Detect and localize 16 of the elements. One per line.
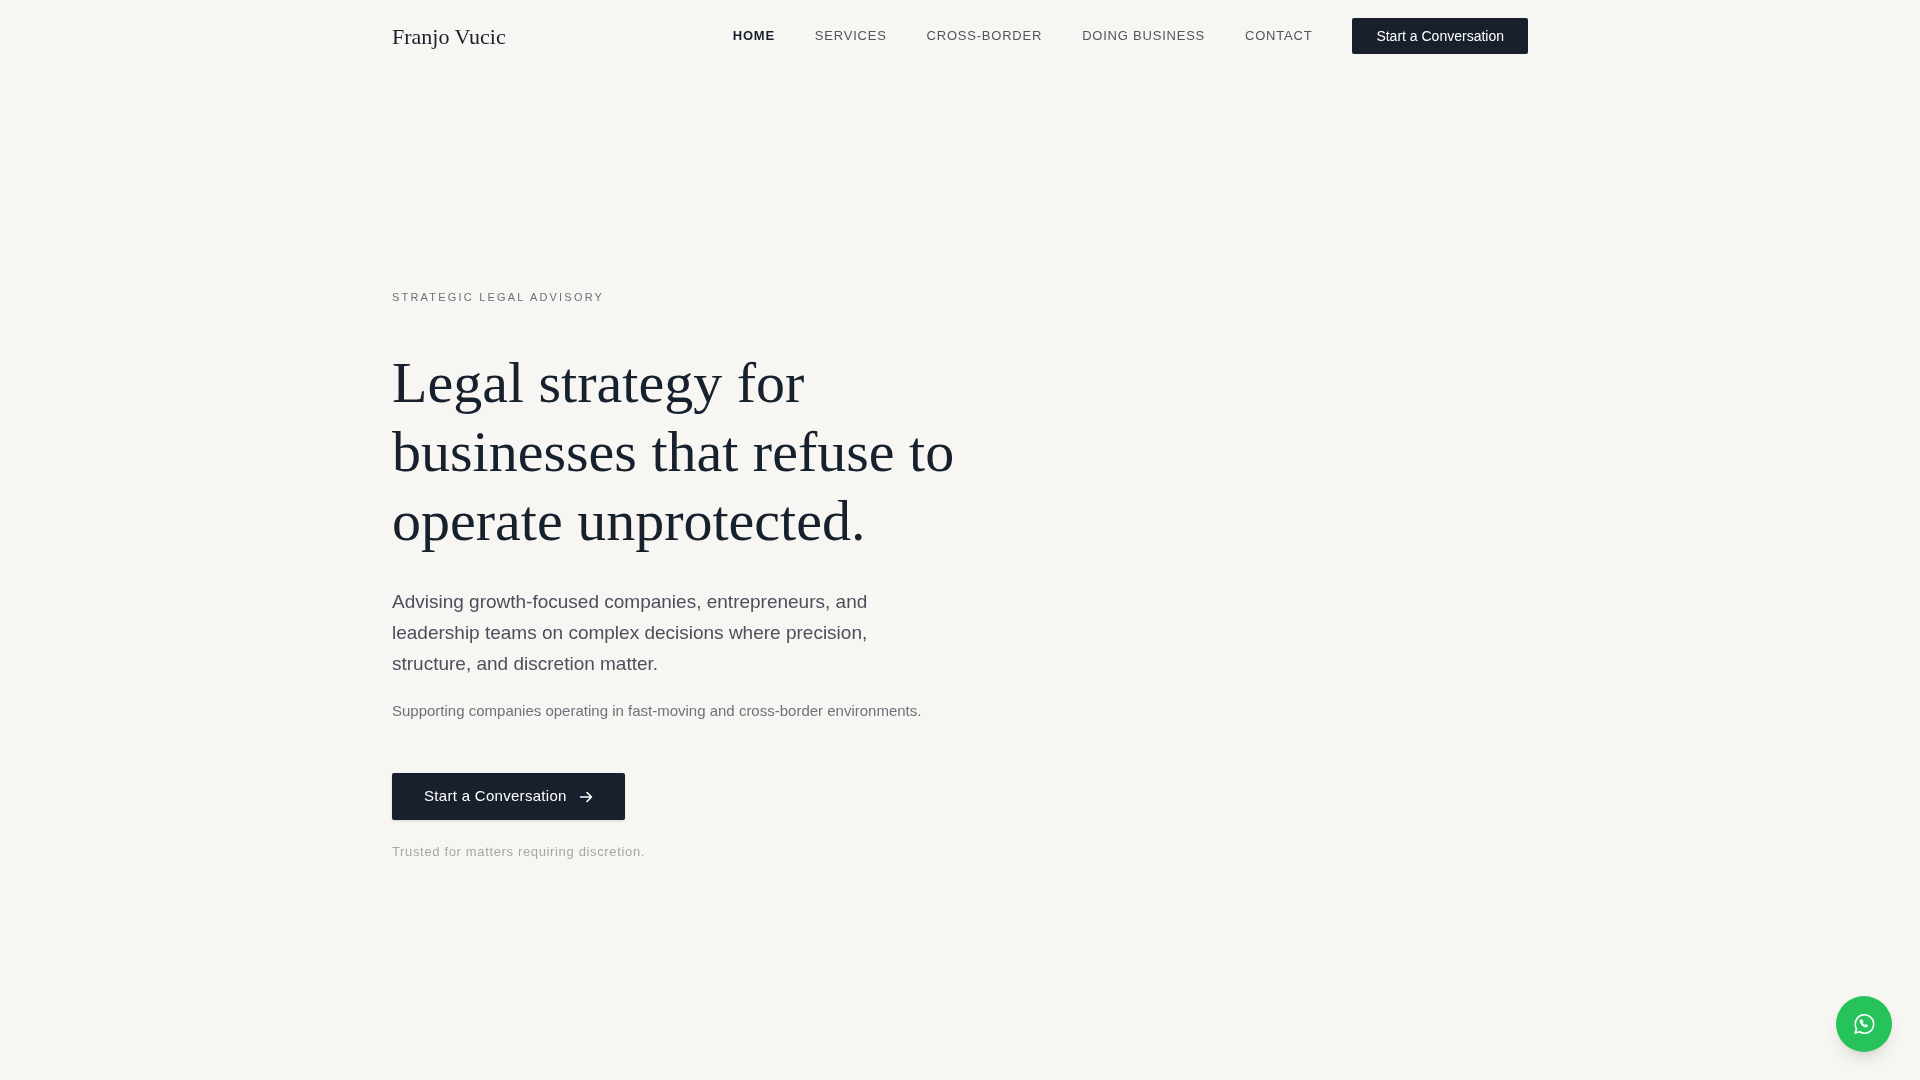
nav-link[interactable]: DOING BUSINESS — [1082, 27, 1206, 45]
nav-link[interactable]: CONTACT — [1245, 27, 1313, 45]
trust-note: Trusted for matters requiring discretion. — [392, 843, 646, 861]
hero-heading: Legal strategy for businesses that refuse to operate unprotected. — [392, 349, 956, 555]
nav-link[interactable]: SERVICES — [814, 27, 887, 45]
phone-speech-bubble-icon — [1852, 1012, 1876, 1036]
start-conversation-button[interactable]: Start a Conversation — [392, 773, 625, 820]
site-logo[interactable]: Franjo Vucic — [392, 22, 506, 51]
eyebrow-text: STRATEGIC LEGAL ADVISORY — [392, 290, 605, 305]
arrow-right-icon — [578, 789, 593, 804]
nav-link[interactable]: HOME — [732, 27, 775, 45]
chat-button[interactable] — [1836, 996, 1892, 1052]
start-conversation-button[interactable]: Start a Conversation — [1352, 18, 1528, 54]
nav-link[interactable]: CROSS-BORDER — [926, 27, 1043, 45]
hero-description: Advising growth-focused companies, entrepreneurs, and leadership teams on complex decisions where precision, structure, and discretion matter. — [392, 590, 869, 676]
supporting-text: Supporting companies operating in fast-moving and cross-border environments. — [392, 701, 922, 721]
